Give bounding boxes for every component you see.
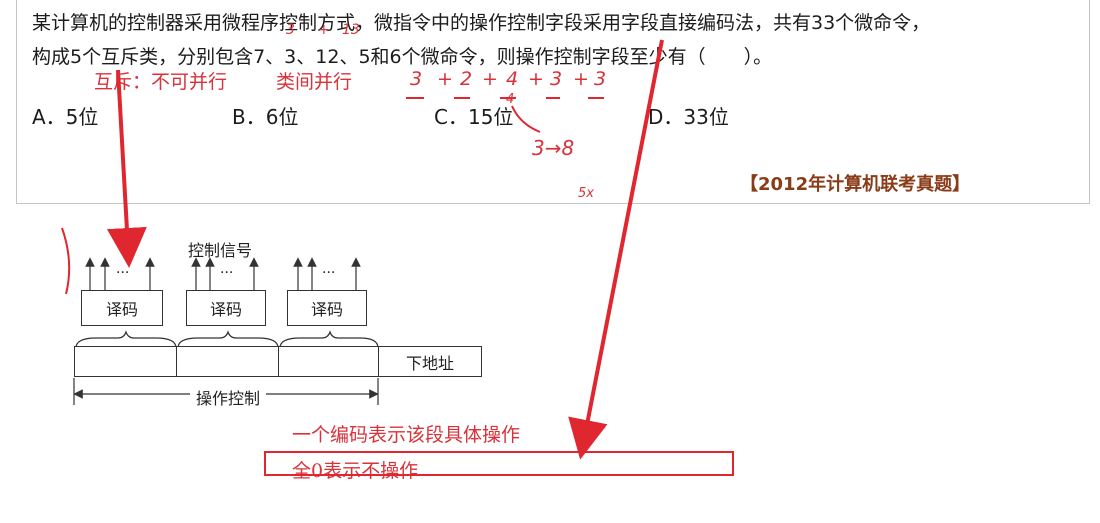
red-scribbles	[61, 97, 604, 377]
decoder-box: 译码	[81, 290, 163, 326]
dots-1: ···	[116, 265, 130, 281]
field-segment	[74, 346, 177, 377]
op-control-label: 操作控制	[194, 385, 263, 409]
control-signal-label: 控制信号	[188, 241, 253, 260]
decoder-box: 译码	[186, 290, 266, 326]
diagram-lines	[61, 39, 664, 460]
decoder-box: 译码	[287, 290, 367, 326]
next-address-field: 下地址	[378, 346, 482, 377]
field-segment	[278, 346, 379, 377]
dots-2: ···	[220, 265, 234, 281]
field-segment	[176, 346, 279, 377]
dots-3: ···	[322, 265, 336, 281]
